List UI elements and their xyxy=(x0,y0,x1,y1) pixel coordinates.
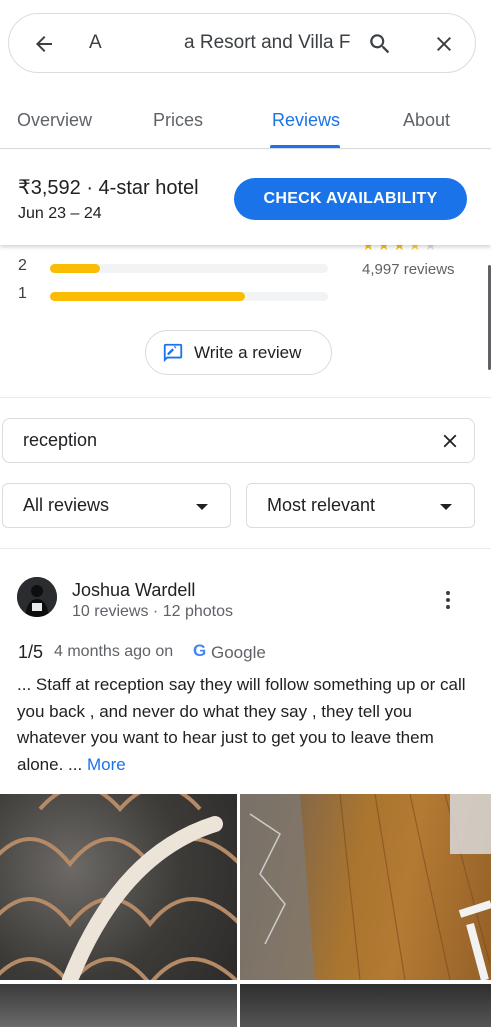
tab-about[interactable]: About xyxy=(403,110,450,131)
more-link[interactable]: More xyxy=(87,755,126,774)
reviewer-meta: 10 reviews · 12 photos xyxy=(72,603,233,620)
google-icon: G xyxy=(193,641,207,660)
review-search-value[interactable]: reception xyxy=(23,430,97,451)
tab-bar: Overview Prices Reviews About xyxy=(0,95,491,149)
write-review-label: Write a review xyxy=(194,342,302,362)
rating-summary: 2 1 ★★★★★ 4,997 reviews Write a review xyxy=(0,237,491,395)
more-options-icon[interactable] xyxy=(438,588,458,612)
edit-review-icon xyxy=(163,343,183,362)
chevron-down-icon xyxy=(440,504,452,510)
review-photo[interactable] xyxy=(240,794,491,980)
review-body: ... Staff at reception say they will fol… xyxy=(17,675,466,774)
review-photo[interactable] xyxy=(0,794,237,980)
search-bar[interactable]: A a Resort and Villa F xyxy=(8,13,476,73)
review-photo[interactable] xyxy=(0,984,237,1027)
review-search-input[interactable]: reception xyxy=(2,418,475,463)
stay-dates[interactable]: Jun 23 – 24 xyxy=(18,205,102,223)
back-arrow-icon[interactable] xyxy=(29,29,59,59)
rating-row-2: 2 xyxy=(18,257,338,277)
tab-reviews[interactable]: Reviews xyxy=(272,110,340,131)
rating-bar-fill xyxy=(50,264,101,273)
reviewer-name[interactable]: Joshua Wardell xyxy=(72,580,195,601)
rating-bar-fill xyxy=(50,292,245,301)
review-filter-dropdown[interactable]: All reviews xyxy=(2,483,231,528)
divider xyxy=(0,548,491,549)
tab-overview[interactable]: Overview xyxy=(17,110,92,131)
review-time: 4 months ago on xyxy=(54,643,174,660)
rating-row-label: 2 xyxy=(18,257,27,274)
review-source: Google xyxy=(211,643,266,662)
rating-bar-track xyxy=(50,264,328,273)
rating-row-label: 1 xyxy=(18,285,27,302)
tab-prices[interactable]: Prices xyxy=(153,110,203,131)
review-filter-label: All reviews xyxy=(23,495,110,515)
review-text: ... Staff at reception say they will fol… xyxy=(17,672,475,778)
write-review-button[interactable]: Write a review xyxy=(145,330,332,375)
divider xyxy=(0,397,491,398)
review-count[interactable]: 4,997 reviews xyxy=(362,261,455,278)
clear-search-icon[interactable] xyxy=(438,429,462,453)
review-photo[interactable] xyxy=(240,984,491,1027)
price-bar: ₹3,592 · 4-star hotel Jun 23 – 24 CHECK … xyxy=(0,150,491,245)
search-icon[interactable] xyxy=(365,29,395,59)
rating-row-1: 1 xyxy=(18,285,338,305)
close-icon[interactable] xyxy=(429,29,459,59)
search-query-end[interactable]: a Resort and Villa F xyxy=(184,32,354,54)
search-query-start[interactable]: A xyxy=(89,32,102,54)
sort-order-dropdown[interactable]: Most relevant xyxy=(246,483,475,528)
chevron-down-icon xyxy=(196,504,208,510)
sort-order-label: Most relevant xyxy=(267,495,376,515)
check-availability-button[interactable]: CHECK AVAILABILITY xyxy=(234,178,467,220)
rating-bar-track xyxy=(50,292,328,301)
avatar[interactable] xyxy=(17,577,57,617)
review-score: 1/5 xyxy=(18,642,44,662)
price-summary: ₹3,592 · 4-star hotel xyxy=(18,177,199,199)
active-tab-indicator xyxy=(270,145,340,148)
